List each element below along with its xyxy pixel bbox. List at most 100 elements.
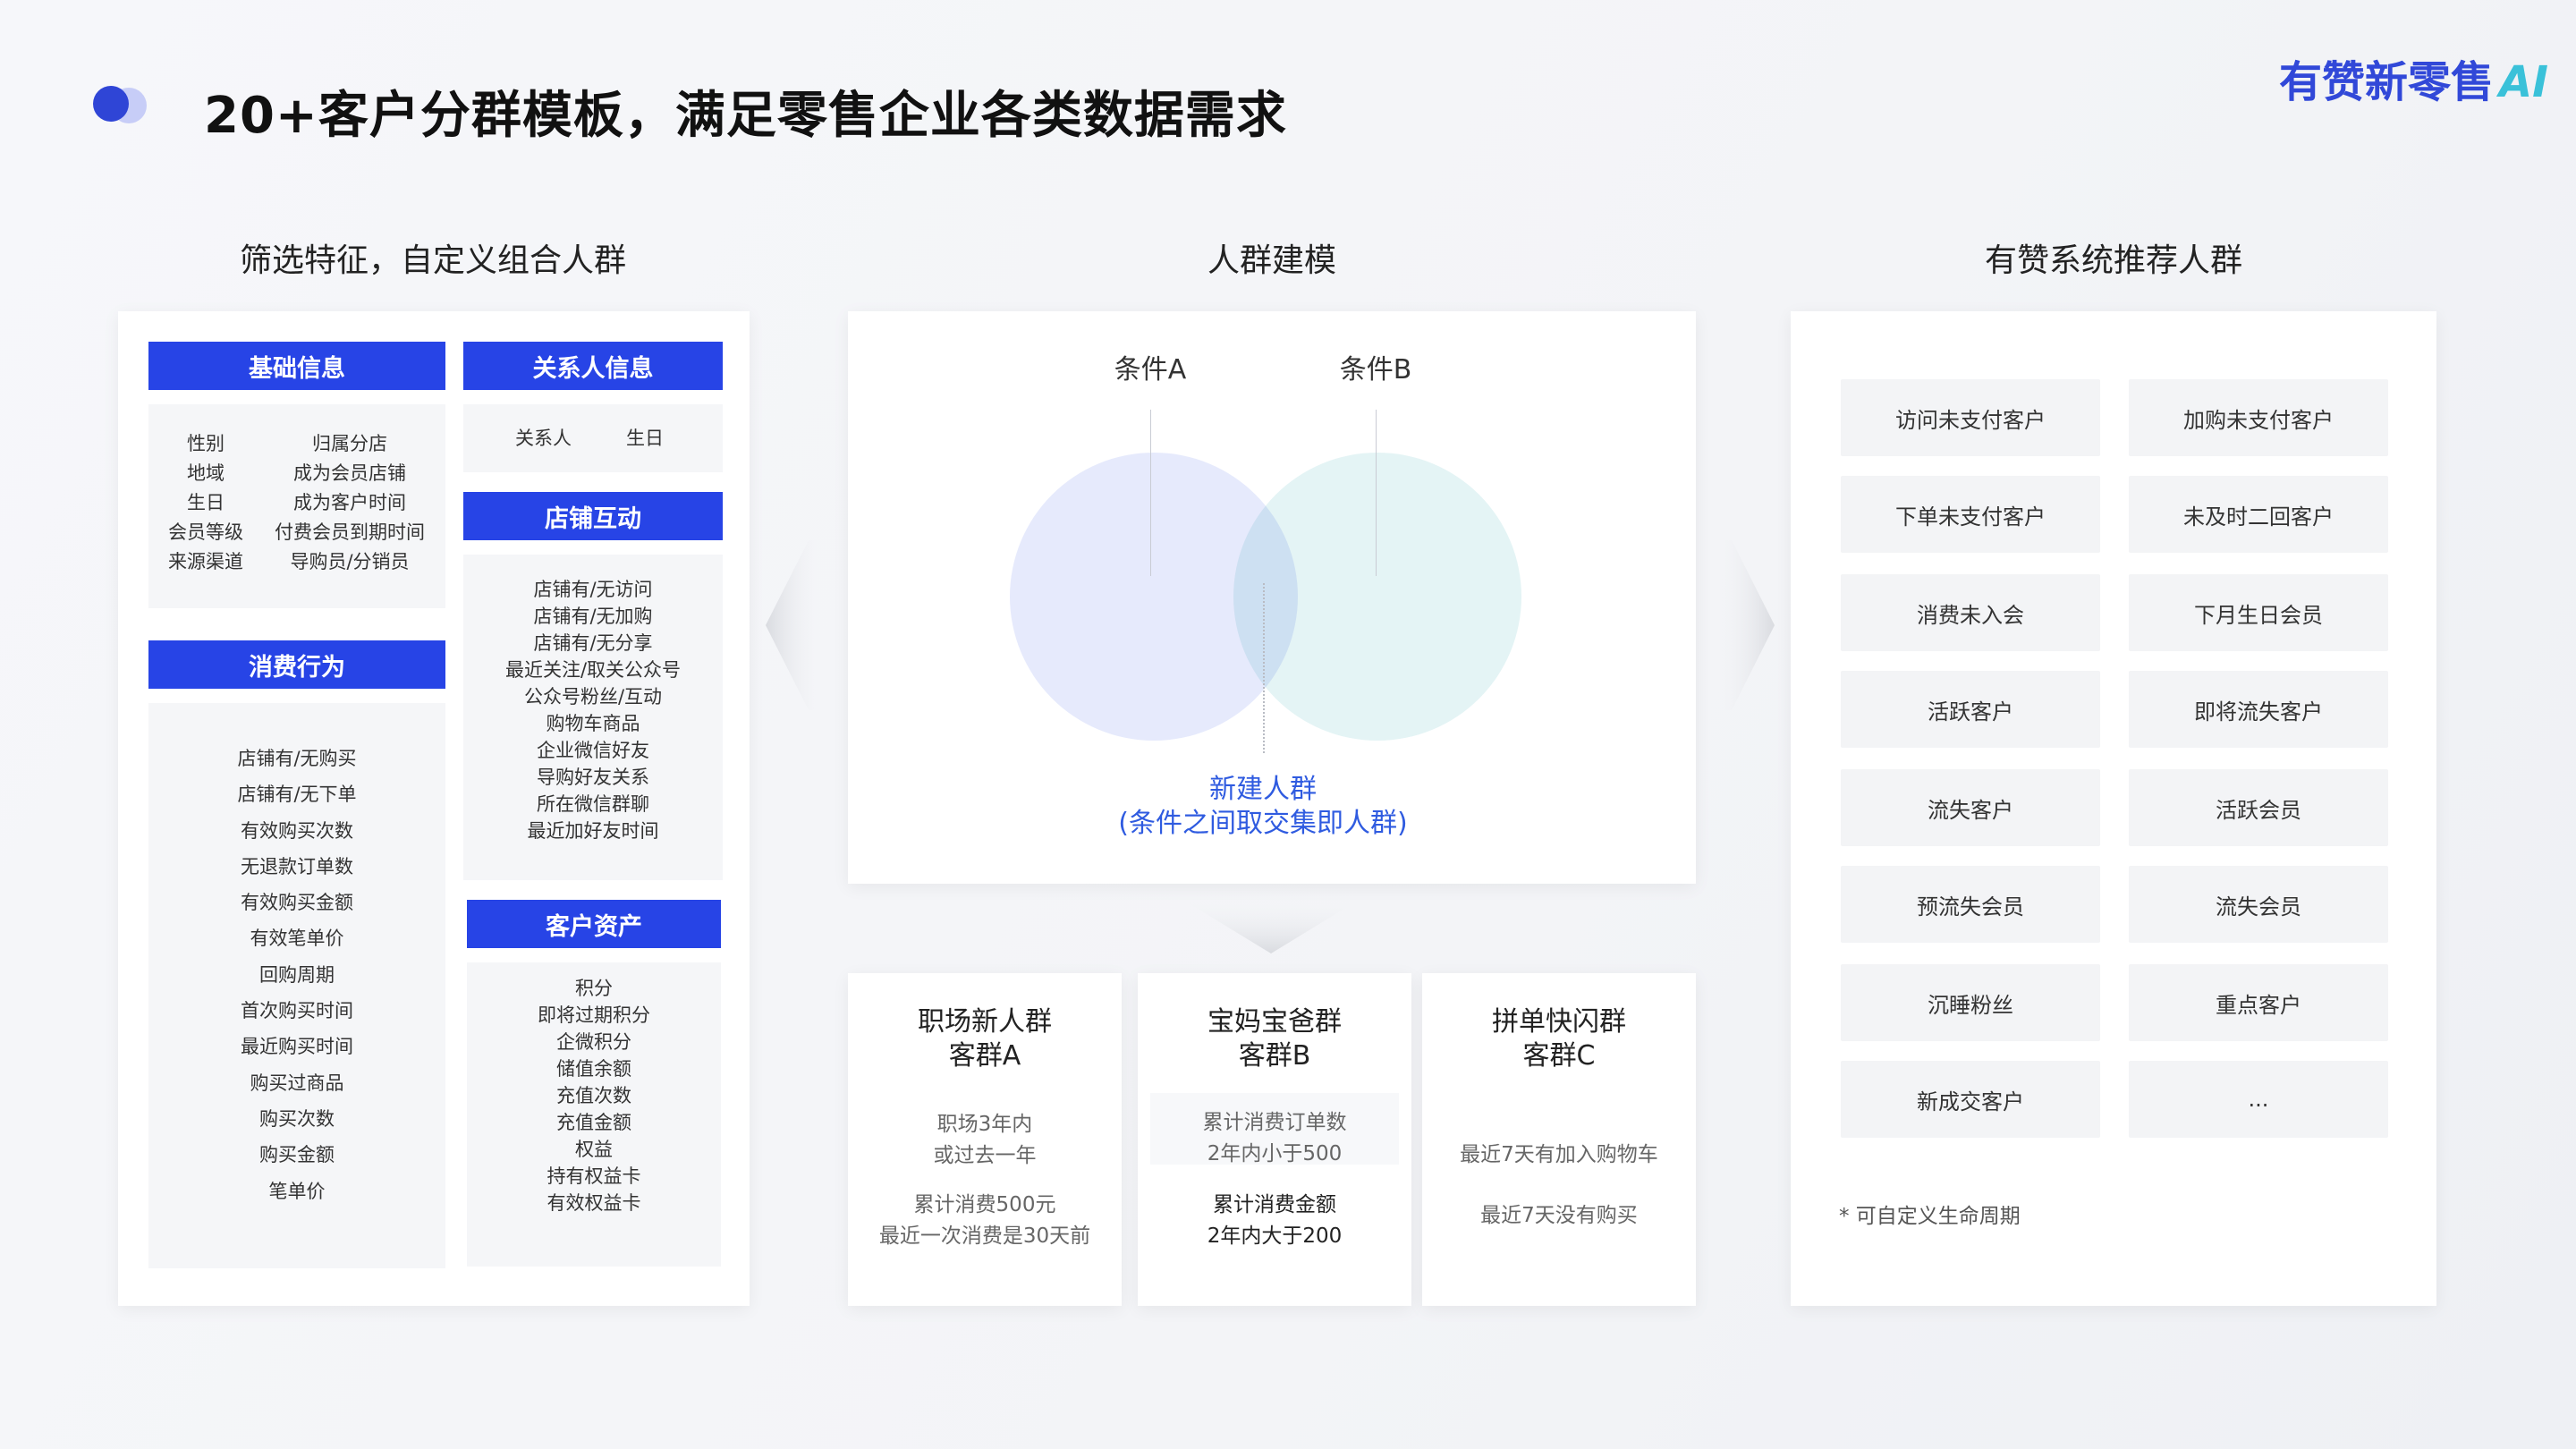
feature-item[interactable]: 有效购买金额 <box>241 885 353 920</box>
new-group-label: 新建人群 (条件之间取交集即人群) <box>1039 773 1487 841</box>
group-card-line: 职场3年内 <box>936 1113 1033 1136</box>
relation-info-box: 关系人 生日 <box>463 404 723 472</box>
basic-info-header[interactable]: 基础信息 <box>148 342 445 390</box>
feature-item[interactable]: 最近关注/取关公众号 <box>505 657 681 683</box>
recommended-tag[interactable]: 消费未入会 <box>1841 574 2100 651</box>
lifecycle-note: * 可自定义生命周期 <box>1839 1205 2021 1228</box>
recommended-tag[interactable]: 活跃会员 <box>2129 769 2388 846</box>
group-card-c[interactable]: 拼单快闪群 客群C 最近7天有加入购物车 最近7天没有购买 <box>1422 973 1696 1306</box>
feature-item[interactable]: 最近购买时间 <box>241 1029 353 1064</box>
feature-item[interactable]: 充值次数 <box>556 1082 631 1109</box>
group-card-line: 累计消费订单数 <box>1202 1111 1347 1134</box>
feature-item[interactable]: 会员等级 <box>168 518 243 547</box>
basic-info-col2: 归属分店 成为会员店铺 成为客户时间 付费会员到期时间 导购员/分销员 <box>265 429 435 577</box>
feature-item[interactable]: 店铺有/无访问 <box>533 576 652 603</box>
relation-info-header[interactable]: 关系人信息 <box>463 342 723 390</box>
group-card-b[interactable]: 宝妈宝爸群 客群B 累计消费订单数 2年内小于500 累计消费金额 2年内大于2… <box>1138 973 1411 1306</box>
basic-info-col1: 性别 地域 生日 会员等级 来源渠道 <box>161 429 250 577</box>
recommended-tag[interactable]: 活跃客户 <box>1841 671 2100 748</box>
consume-behavior-header[interactable]: 消费行为 <box>148 640 445 689</box>
recommended-tag[interactable]: 流失客户 <box>1841 769 2100 846</box>
feature-item[interactable]: 储值余额 <box>556 1055 631 1082</box>
feature-item[interactable]: 购买过商品 <box>250 1065 344 1101</box>
feature-item[interactable]: 关系人 <box>515 424 572 451</box>
group-card-title: 职场新人群 <box>918 1006 1052 1038</box>
group-card-sub: 客群C <box>1522 1040 1596 1072</box>
right-heading: 有赞系统推荐人群 <box>1984 242 2242 279</box>
title-bullet <box>93 86 129 122</box>
group-card-line: 2年内大于200 <box>1207 1224 1343 1248</box>
feature-item[interactable]: 店铺有/无购买 <box>237 741 356 776</box>
feature-item[interactable]: 持有权益卡 <box>547 1163 641 1190</box>
store-interaction-list: 店铺有/无访问 店铺有/无加购 店铺有/无分享 最近关注/取关公众号 公众号粉丝… <box>463 576 723 844</box>
feature-item[interactable]: 所在微信群聊 <box>537 791 649 818</box>
recommended-tag[interactable]: 即将流失客户 <box>2129 671 2388 748</box>
feature-item[interactable]: 店铺有/无加购 <box>533 603 652 630</box>
feature-panel: 基础信息 性别 地域 生日 会员等级 来源渠道 归属分店 成为会员店铺 成为客户… <box>118 311 750 1306</box>
condition-b-circle[interactable] <box>1233 453 1521 741</box>
recommended-panel: 访问未支付客户 加购未支付客户 下单未支付客户 未及时二回客户 消费未入会 下月… <box>1791 311 2436 1306</box>
recommended-tag[interactable]: 重点客户 <box>2129 964 2388 1041</box>
group-card-a[interactable]: 职场新人群 客群A 职场3年内 或过去一年 累计消费500元 最近一次消费是30… <box>848 973 1122 1306</box>
feature-item[interactable]: 归属分店 <box>312 429 387 459</box>
feature-item[interactable]: 地域 <box>187 459 225 488</box>
feature-item[interactable]: 生日 <box>187 488 225 518</box>
feature-item[interactable]: 购买金额 <box>259 1137 335 1173</box>
feature-item[interactable]: 成为会员店铺 <box>293 459 406 488</box>
condition-b-label: 条件B <box>1339 354 1412 386</box>
feature-item[interactable]: 生日 <box>626 424 664 451</box>
group-card-line: 或过去一年 <box>933 1144 1037 1167</box>
feature-item[interactable]: 导购员/分销员 <box>290 547 409 577</box>
consume-behavior-box: 店铺有/无购买 店铺有/无下单 有效购买次数 无退款订单数 有效购买金额 有效笔… <box>148 703 445 1268</box>
recommended-tag[interactable]: 流失会员 <box>2129 866 2388 943</box>
customer-assets-box: 积分 即将过期积分 企微积分 储值余额 充值次数 充值金额 权益 持有权益卡 有… <box>467 962 721 1267</box>
group-card-title: 拼单快闪群 <box>1492 1006 1626 1038</box>
feature-item[interactable]: 有效购买次数 <box>241 813 353 849</box>
store-interaction-box: 店铺有/无访问 店铺有/无加购 店铺有/无分享 最近关注/取关公众号 公众号粉丝… <box>463 555 723 880</box>
group-card-line: 最近7天有加入购物车 <box>1460 1143 1658 1166</box>
recommended-tag[interactable]: 加购未支付客户 <box>2129 379 2388 456</box>
feature-item[interactable]: 权益 <box>575 1136 613 1163</box>
customer-assets-header[interactable]: 客户资产 <box>467 900 721 948</box>
feature-item[interactable]: 充值金额 <box>556 1109 631 1136</box>
group-card-line: 累计消费金额 <box>1213 1193 1336 1216</box>
feature-item[interactable]: 店铺有/无分享 <box>533 630 652 657</box>
feature-item[interactable]: 导购好友关系 <box>537 764 649 791</box>
recommended-tag[interactable]: 新成交客户 <box>1841 1061 2100 1138</box>
basic-info-box: 性别 地域 生日 会员等级 来源渠道 归属分店 成为会员店铺 成为客户时间 付费… <box>148 404 445 608</box>
feature-item[interactable]: 店铺有/无下单 <box>237 776 356 812</box>
feature-item[interactable]: 性别 <box>187 429 225 459</box>
feature-item[interactable]: 首次购买时间 <box>241 993 353 1029</box>
feature-item[interactable]: 有效笔单价 <box>250 920 344 956</box>
feature-item[interactable]: 即将过期积分 <box>538 1002 650 1029</box>
feature-item[interactable]: 购买次数 <box>259 1101 335 1137</box>
page-title: 20+客户分群模板，满足零售企业各类数据需求 <box>204 87 1287 145</box>
store-interaction-header[interactable]: 店铺互动 <box>463 492 723 540</box>
group-card-sub: 客群B <box>1238 1040 1311 1072</box>
feature-item[interactable]: 企业微信好友 <box>537 737 649 764</box>
recommended-tag[interactable]: 下月生日会员 <box>2129 574 2388 651</box>
feature-item[interactable]: 购物车商品 <box>547 710 640 737</box>
feature-item[interactable]: 回购周期 <box>259 957 335 993</box>
recommended-tag[interactable]: 访问未支付客户 <box>1841 379 2100 456</box>
feature-item[interactable]: 最近加好友时间 <box>528 818 659 844</box>
feature-item[interactable]: 企微积分 <box>556 1029 631 1055</box>
recommended-tag[interactable]: 未及时二回客户 <box>2129 476 2388 553</box>
recommended-tag[interactable]: 沉睡粉丝 <box>1841 964 2100 1041</box>
recommended-tag[interactable]: ... <box>2129 1061 2388 1138</box>
feature-item[interactable]: 成为客户时间 <box>293 488 406 518</box>
group-card-line: 2年内小于500 <box>1207 1142 1343 1165</box>
new-group-title: 新建人群 <box>1209 774 1317 805</box>
feature-item[interactable]: 积分 <box>575 975 613 1002</box>
feature-item[interactable]: 有效权益卡 <box>547 1190 641 1216</box>
feature-item[interactable]: 付费会员到期时间 <box>275 518 425 547</box>
brand-logo: 有赞新零售 AI <box>2279 47 2548 109</box>
recommended-tag[interactable]: 下单未支付客户 <box>1841 476 2100 553</box>
feature-item[interactable]: 无退款订单数 <box>241 849 353 885</box>
feature-item[interactable]: 笔单价 <box>269 1174 326 1209</box>
group-card-sub: 客群A <box>948 1040 1021 1072</box>
intersection-leader-line <box>1263 583 1265 753</box>
feature-item[interactable]: 来源渠道 <box>168 547 243 577</box>
feature-item[interactable]: 公众号粉丝/互动 <box>524 683 662 710</box>
recommended-tag[interactable]: 预流失会员 <box>1841 866 2100 943</box>
